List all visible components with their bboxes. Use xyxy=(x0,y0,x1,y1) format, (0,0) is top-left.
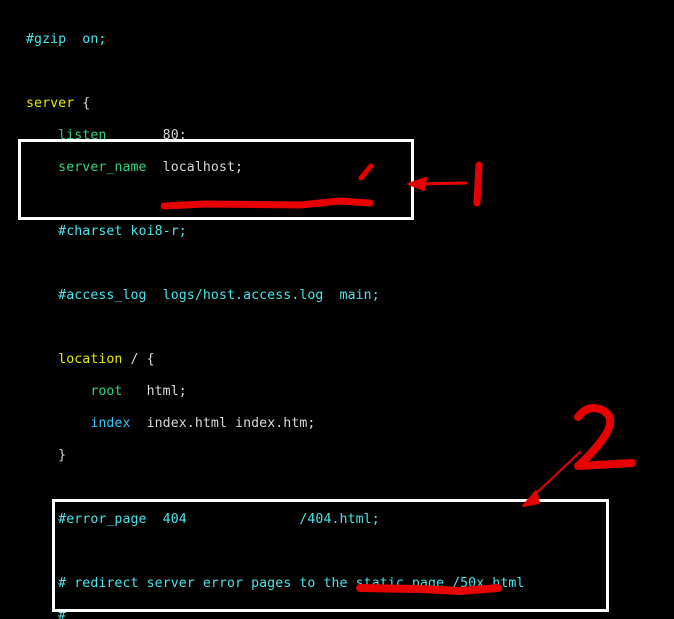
terminal-screen: #gzip on; server { listen 80; server_nam… xyxy=(0,0,674,619)
code-line: index index.html index.htm; xyxy=(26,416,316,431)
code-line: #error_page 404 /404.html; xyxy=(26,512,380,527)
code-line: server { xyxy=(26,96,91,111)
code-line: } xyxy=(26,448,67,463)
code-line: # xyxy=(26,608,67,619)
code-line: #access_log logs/host.access.log main; xyxy=(26,288,380,303)
code-line: location / { xyxy=(26,352,155,367)
code-line: listen 80; xyxy=(26,128,187,143)
code-line: server_name localhost; xyxy=(26,160,244,175)
code-line: #gzip on; xyxy=(26,32,107,47)
code-line: #charset koi8-r; xyxy=(26,224,187,239)
code-line: root html; xyxy=(26,384,187,399)
code-line: # redirect server error pages to the sta… xyxy=(26,576,525,591)
config-file-code[interactable]: #gzip on; server { listen 80; server_nam… xyxy=(0,0,674,619)
